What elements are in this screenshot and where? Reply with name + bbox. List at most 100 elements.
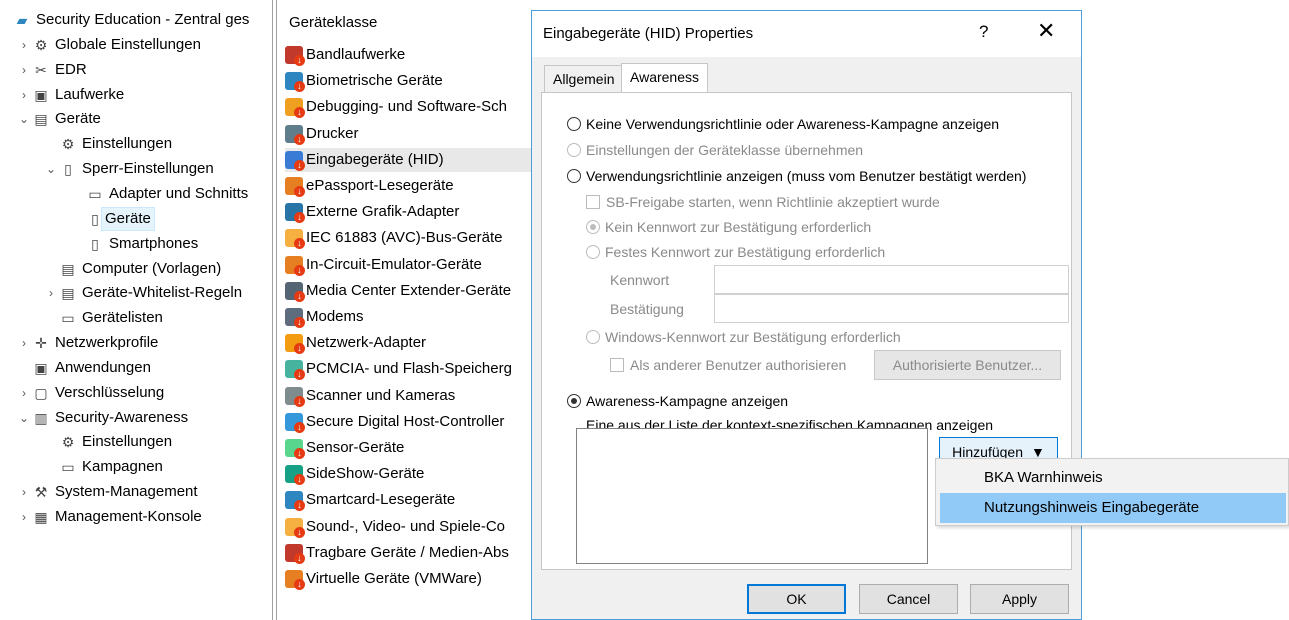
device-class-icon <box>285 177 305 197</box>
radio-fixed-password[interactable] <box>586 245 600 259</box>
tab-allgemein[interactable]: Allgemein <box>544 65 624 92</box>
tree-item[interactable]: ⚙ Einstellungen <box>44 133 172 155</box>
collapse-chevron-icon[interactable]: ⌄ <box>17 407 31 429</box>
device-class-item[interactable]: IEC 61883 (AVC)-Bus-Geräte <box>285 226 531 250</box>
expand-chevron-icon[interactable]: › <box>17 382 31 404</box>
tree-item[interactable]: ▭ Kampagnen <box>44 456 163 478</box>
device-class-item[interactable]: Smartcard-Lesegeräte <box>285 488 531 512</box>
tree-item[interactable]: ▤ Computer (Vorlagen) <box>44 258 221 280</box>
device-class-item[interactable]: Externe Grafik-Adapter <box>285 200 531 224</box>
device-class-item[interactable]: PCMCIA- und Flash-Speicherg <box>285 357 531 381</box>
radio-policy[interactable] <box>567 169 581 183</box>
expand-chevron-icon[interactable]: › <box>17 332 31 354</box>
option-campaign[interactable]: Awareness-Kampagne anzeigen <box>567 393 788 409</box>
authorized-users-button[interactable]: Authorisierte Benutzer... <box>874 350 1061 380</box>
tree-item[interactable]: ⌄ ▯ Sperr-Einstellungen <box>44 158 214 180</box>
checkbox-sb-release[interactable] <box>586 195 600 209</box>
device-class-label: Modems <box>306 308 364 325</box>
tree-item[interactable]: ▣ Anwendungen <box>17 357 151 379</box>
tree-item-label: System-Management <box>55 483 198 501</box>
pane-divider-left[interactable] <box>272 0 273 620</box>
list-header[interactable]: Geräteklasse <box>289 14 377 31</box>
device-class-item[interactable]: Bandlaufwerke <box>285 43 531 67</box>
device-class-label: Sound-, Video- und Spiele-Co <box>306 517 506 535</box>
expand-chevron-icon[interactable]: › <box>17 59 31 81</box>
option-policy[interactable]: Verwendungsrichtlinie anzeigen (muss vom… <box>567 168 1026 184</box>
expand-chevron-icon[interactable]: › <box>44 282 58 304</box>
tree-item[interactable]: ▯ Geräte <box>71 206 155 231</box>
option-other-user[interactable]: Als anderer Benutzer authorisieren <box>610 357 846 373</box>
device-class-item[interactable]: Sensor-Geräte <box>285 436 531 460</box>
gear-icon: ⚙ <box>61 434 75 451</box>
tree-item[interactable]: › ▢ Verschlüsselung <box>17 382 164 404</box>
device-class-item[interactable]: Eingabegeräte (HID) <box>285 147 531 172</box>
tab-awareness[interactable]: Awareness <box>621 63 709 92</box>
device-class-item[interactable]: Debugging- und Software-Sch <box>285 95 531 119</box>
device-class-icon <box>285 229 305 250</box>
tree-item[interactable]: › ▣ Laufwerke <box>17 84 124 106</box>
device-class-item[interactable]: Sound-, Video- und Spiele-Co <box>285 515 531 539</box>
tree-item[interactable]: ▰ Security Education - Zentral ges <box>12 9 250 31</box>
option-no-password[interactable]: Kein Kennwort zur Bestätigung erforderli… <box>586 219 871 235</box>
option-sb-release[interactable]: SB-Freigabe starten, wenn Richtlinie akz… <box>586 194 940 210</box>
cancel-button[interactable]: Cancel <box>859 584 958 614</box>
confirm-password-field[interactable] <box>714 294 1069 323</box>
option-none[interactable]: Keine Verwendungsrichtlinie oder Awarene… <box>567 116 999 132</box>
tree-item[interactable]: › ⚙ Globale Einstellungen <box>17 34 201 56</box>
device-class-item[interactable]: Scanner und Kameras <box>285 384 531 408</box>
tree-item[interactable]: ▭ Gerätelisten <box>44 307 163 329</box>
checkbox-other-user[interactable] <box>610 358 624 372</box>
device-class-icon <box>285 439 305 459</box>
lock-device-icon: ▯ <box>64 161 72 178</box>
tree-item[interactable]: ⚙ Einstellungen <box>44 431 172 453</box>
menu-item-bka-warnhinweis[interactable]: BKA Warnhinweis <box>940 463 1286 493</box>
device-class-item[interactable]: Secure Digital Host-Controller <box>285 410 531 434</box>
ok-button[interactable]: OK <box>747 584 846 614</box>
collapse-chevron-icon[interactable]: ⌄ <box>17 108 31 130</box>
tree-item[interactable]: › ⚒ System-Management <box>17 481 198 503</box>
expand-chevron-icon[interactable]: › <box>17 506 31 528</box>
option-inherit[interactable]: Einstellungen der Geräteklasse übernehme… <box>567 142 863 158</box>
expand-chevron-icon[interactable]: › <box>17 84 31 106</box>
device-class-item[interactable]: SideShow-Geräte <box>285 462 531 486</box>
device-class-item[interactable]: Drucker <box>285 122 531 146</box>
device-class-item[interactable]: Virtuelle Geräte (VMWare) <box>285 567 531 591</box>
tree-item[interactable]: ⌄ ▥ Security-Awareness <box>17 407 188 429</box>
option-sb-release-label: SB-Freigabe starten, wenn Richtlinie akz… <box>606 194 940 210</box>
option-fixed-password[interactable]: Festes Kennwort zur Bestätigung erforder… <box>586 244 885 260</box>
device-class-item[interactable]: Biometrische Geräte <box>285 69 531 93</box>
tree-item[interactable]: › ▦ Management-Konsole <box>17 506 202 528</box>
tree-item[interactable]: ⌄ ▤ Geräte <box>17 108 101 130</box>
device-class-icon <box>285 124 305 145</box>
radio-no-password[interactable] <box>586 220 600 234</box>
help-button[interactable]: ? <box>979 22 988 42</box>
device-class-item[interactable]: ePassport-Lesegeräte <box>285 174 531 198</box>
password-field[interactable] <box>714 265 1069 294</box>
close-icon[interactable]: ✕ <box>1037 20 1055 42</box>
tools-icon: ✂ <box>35 61 47 78</box>
tree-item[interactable]: › ✛ Netzwerkprofile <box>17 332 158 354</box>
device-class-item[interactable]: Modems <box>285 305 531 329</box>
campaign-list[interactable] <box>576 428 928 564</box>
expand-chevron-icon[interactable]: › <box>17 34 31 56</box>
apply-button[interactable]: Apply <box>970 584 1069 614</box>
tree-item[interactable]: ▯ Smartphones <box>71 233 198 255</box>
device-class-item[interactable]: Netzwerk-Adapter <box>285 331 531 355</box>
option-windows-password[interactable]: Windows-Kennwort zur Bestätigung erforde… <box>586 329 901 345</box>
device-class-item[interactable]: In-Circuit-Emulator-Geräte <box>285 253 531 277</box>
radio-none[interactable] <box>567 117 581 131</box>
properties-dialog: Eingabegeräte (HID) Properties ? ✕ Allge… <box>531 10 1082 620</box>
tree-item[interactable]: › ▤ Geräte-Whitelist-Regeln <box>44 282 242 304</box>
tree-item[interactable]: ▭ Adapter und Schnitts <box>71 183 248 205</box>
radio-inherit[interactable] <box>567 143 581 157</box>
radio-campaign[interactable] <box>567 394 581 408</box>
tree-item-label: Geräte <box>55 110 101 128</box>
expand-chevron-icon[interactable]: › <box>17 481 31 503</box>
radio-windows-password[interactable] <box>586 330 600 344</box>
menu-item-nutzungshinweis[interactable]: Nutzungshinweis Eingabegeräte <box>940 493 1286 523</box>
encryption-lock-icon: ▢ <box>34 384 48 401</box>
tree-item[interactable]: › ✂ EDR <box>17 59 87 81</box>
device-class-item[interactable]: Tragbare Geräte / Medien-Abs <box>285 541 531 565</box>
collapse-chevron-icon[interactable]: ⌄ <box>44 158 58 180</box>
device-class-item[interactable]: Media Center Extender-Geräte <box>285 279 531 303</box>
